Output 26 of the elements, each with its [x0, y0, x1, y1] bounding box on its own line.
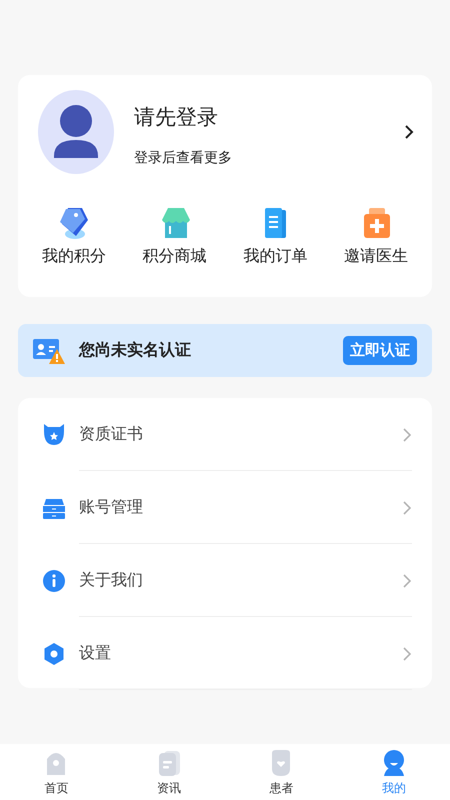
- medal-icon: [42, 422, 66, 446]
- tag-icon: [58, 206, 90, 240]
- chevron-right-icon: [402, 500, 412, 516]
- verification-message: 您尚未实名认证: [79, 340, 192, 361]
- chevron-right-icon: [402, 646, 412, 662]
- menu-item[interactable]: 关于我们: [42, 544, 412, 617]
- chevron-right-icon: [402, 572, 412, 588]
- login-title[interactable]: 请先登录: [134, 103, 404, 131]
- settings-icon: [42, 642, 66, 666]
- shortcut-button[interactable]: 我的积分: [34, 206, 114, 267]
- menu-item[interactable]: 资质证书: [42, 398, 412, 471]
- tab[interactable]: 资讯: [112, 744, 225, 800]
- shortcut-button[interactable]: 积分商城: [134, 206, 215, 267]
- tab[interactable]: 首页: [0, 744, 112, 800]
- avatar-icon: [38, 90, 114, 174]
- id-card-warning-icon: [33, 336, 65, 364]
- chevron-right-icon: [402, 426, 412, 442]
- menu-item[interactable]: 账号管理: [42, 471, 412, 544]
- info-icon: [42, 568, 66, 592]
- shortcut-button[interactable]: 邀请医生: [336, 206, 416, 267]
- chevron-right-icon[interactable]: [404, 124, 414, 140]
- menu-item[interactable]: 设置: [42, 617, 412, 690]
- shortcut-button[interactable]: 我的订单: [235, 206, 316, 267]
- tab[interactable]: 我的: [338, 744, 450, 800]
- login-subtitle: 登录后查看更多: [134, 149, 233, 167]
- tab[interactable]: 患者: [225, 744, 338, 800]
